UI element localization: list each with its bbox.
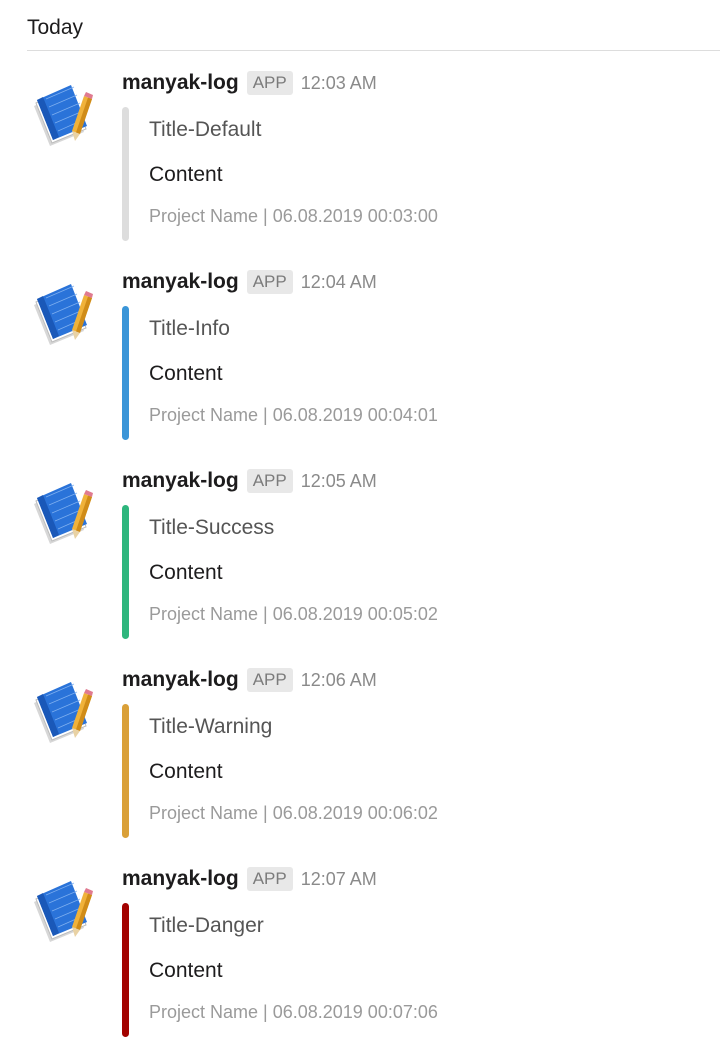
attachment-title: Title-Success — [149, 516, 275, 539]
notebook-pencil-icon[interactable] — [28, 878, 96, 942]
attachment-footer: Project Name | 06.08.2019 00:05:02 — [149, 604, 438, 624]
attachment-content: Content — [149, 959, 223, 982]
attachment-content: Content — [149, 362, 223, 385]
message-header: manyak-log APP 12:03 AM — [122, 68, 377, 98]
message-timestamp[interactable]: 12:07 AM — [301, 869, 377, 890]
message-attachment: Title-Default Content Project Name | 06.… — [122, 107, 682, 241]
attachment-content: Content — [149, 760, 223, 783]
attachment-color-bar — [122, 306, 129, 440]
message-header: manyak-log APP 12:04 AM — [122, 267, 377, 297]
app-badge: APP — [246, 71, 293, 95]
notebook-pencil-icon[interactable] — [28, 281, 96, 345]
attachment-footer: Project Name | 06.08.2019 00:06:02 — [149, 803, 438, 823]
app-badge: APP — [246, 469, 293, 493]
notebook-pencil-icon[interactable] — [28, 679, 96, 743]
attachment-title: Title-Info — [149, 317, 230, 340]
sender-name[interactable]: manyak-log — [122, 71, 239, 95]
message-attachment: Title-Info Content Project Name | 06.08.… — [122, 306, 682, 440]
message-header: manyak-log APP 12:05 AM — [122, 466, 377, 496]
message[interactable]: manyak-log APP 12:05 AM Title-Success Co… — [0, 466, 720, 656]
notebook-pencil-icon[interactable] — [28, 480, 96, 544]
message-attachment: Title-Success Content Project Name | 06.… — [122, 505, 682, 639]
app-badge: APP — [246, 867, 293, 891]
attachment-color-bar — [122, 903, 129, 1037]
message-attachment: Title-Warning Content Project Name | 06.… — [122, 704, 682, 838]
message-header: manyak-log APP 12:07 AM — [122, 864, 377, 894]
attachment-color-bar — [122, 505, 129, 639]
message-attachment: Title-Danger Content Project Name | 06.0… — [122, 903, 682, 1037]
message-timestamp[interactable]: 12:04 AM — [301, 272, 377, 293]
sender-name[interactable]: manyak-log — [122, 270, 239, 294]
sender-name[interactable]: manyak-log — [122, 867, 239, 891]
sender-name[interactable]: manyak-log — [122, 668, 239, 692]
message-header: manyak-log APP 12:06 AM — [122, 665, 377, 695]
attachment-content: Content — [149, 163, 223, 186]
attachment-title: Title-Danger — [149, 914, 264, 937]
message[interactable]: manyak-log APP 12:03 AM Title-Default Co… — [0, 68, 720, 258]
message[interactable]: manyak-log APP 12:06 AM Title-Warning Co… — [0, 665, 720, 855]
app-badge: APP — [246, 668, 293, 692]
message-timestamp[interactable]: 12:05 AM — [301, 471, 377, 492]
attachment-color-bar — [122, 704, 129, 838]
day-divider-label: Today — [27, 16, 84, 39]
attachment-color-bar — [122, 107, 129, 241]
message[interactable]: manyak-log APP 12:07 AM Title-Danger Con… — [0, 864, 720, 1054]
attachment-footer: Project Name | 06.08.2019 00:04:01 — [149, 405, 438, 425]
attachment-footer: Project Name | 06.08.2019 00:07:06 — [149, 1002, 438, 1022]
message-timestamp[interactable]: 12:03 AM — [301, 73, 377, 94]
sender-name[interactable]: manyak-log — [122, 469, 239, 493]
message-timestamp[interactable]: 12:06 AM — [301, 670, 377, 691]
notebook-pencil-icon[interactable] — [28, 82, 96, 146]
attachment-title: Title-Warning — [149, 715, 273, 738]
attachment-content: Content — [149, 561, 223, 584]
day-divider: Today — [27, 14, 720, 51]
attachment-footer: Project Name | 06.08.2019 00:03:00 — [149, 206, 438, 226]
app-badge: APP — [246, 270, 293, 294]
attachment-title: Title-Default — [149, 118, 262, 141]
message[interactable]: manyak-log APP 12:04 AM Title-Info Conte… — [0, 267, 720, 457]
